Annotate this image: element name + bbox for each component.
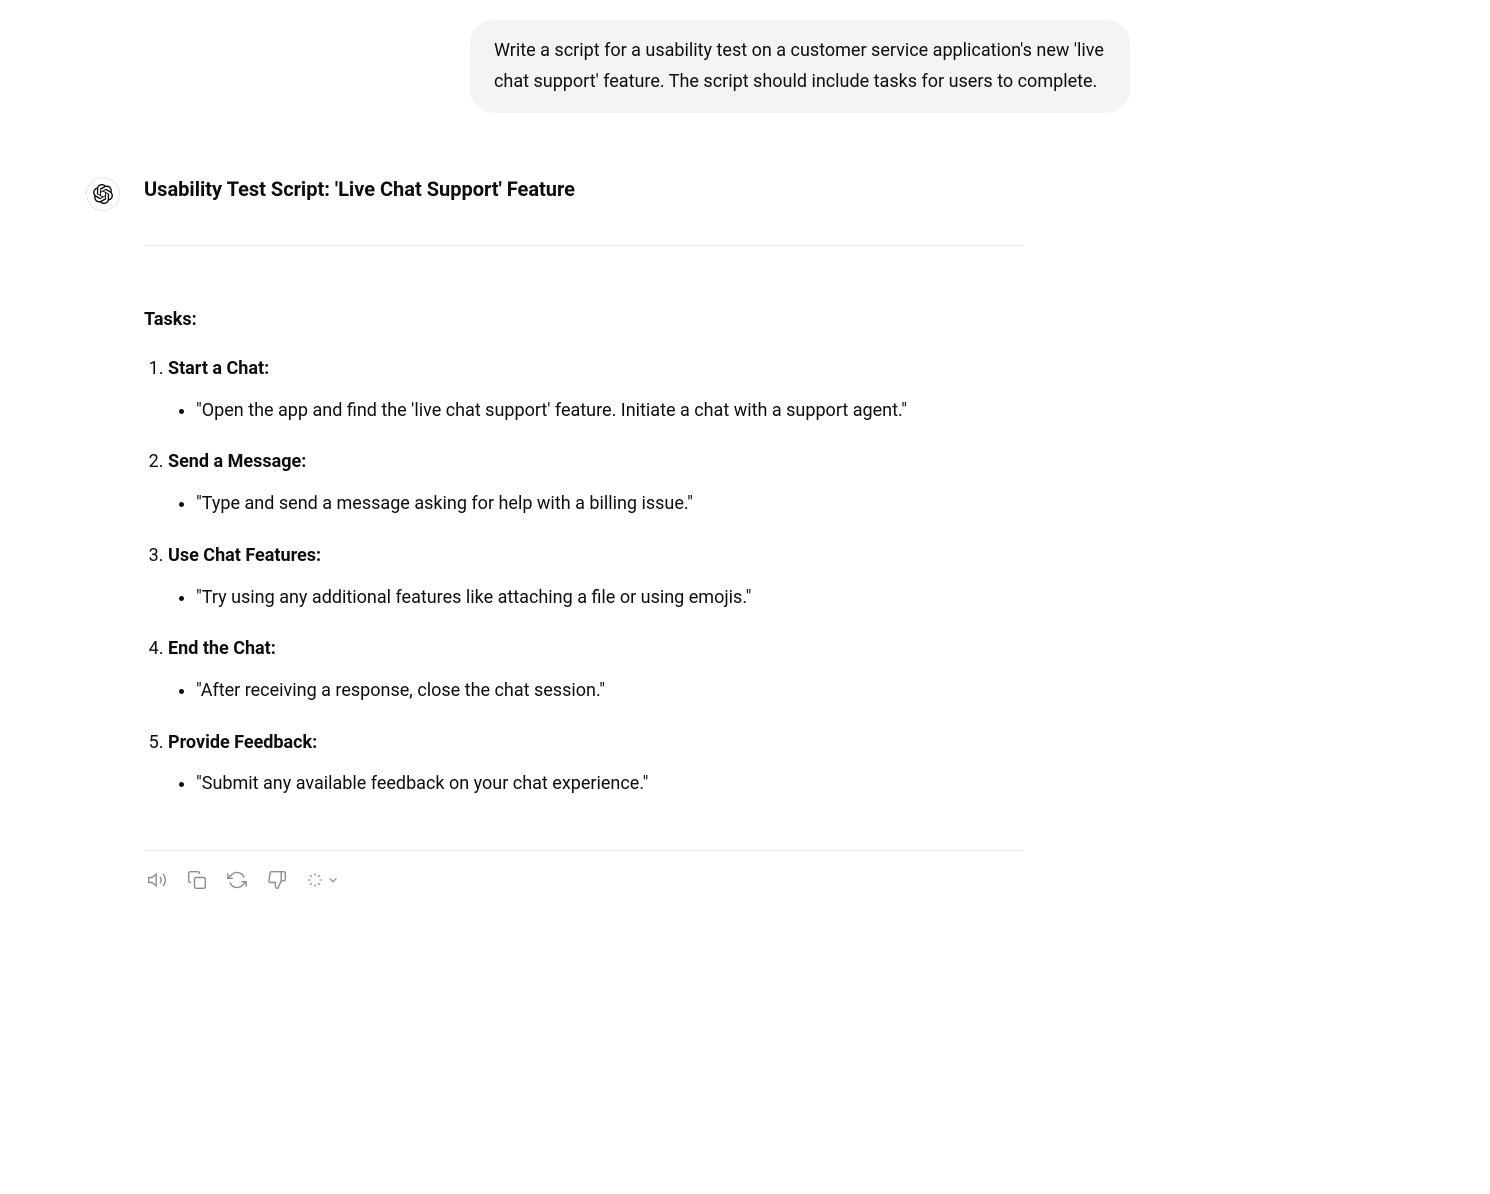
task-sublist: "Submit any available feedback on your c…	[168, 769, 1024, 800]
task-detail: "Submit any available feedback on your c…	[196, 769, 1024, 800]
task-detail: "Try using any additional features like …	[196, 583, 1024, 614]
chat-container: Write a script for a usability test on a…	[0, 0, 1490, 931]
action-bar	[144, 869, 1024, 891]
user-message-text: Write a script for a usability test on a…	[494, 40, 1104, 92]
task-item: Start a Chat: "Open the app and find the…	[168, 355, 1024, 426]
task-title: Start a Chat:	[168, 358, 269, 379]
task-title: End the Chat:	[168, 638, 276, 659]
assistant-message-row: Usability Test Script: 'Live Chat Suppor…	[80, 173, 1410, 891]
refresh-icon	[227, 870, 247, 890]
user-message-row: Write a script for a usability test on a…	[80, 20, 1410, 113]
task-title: Use Chat Features:	[168, 545, 321, 566]
task-sublist: "Try using any additional features like …	[168, 583, 1024, 614]
task-item: Use Chat Features: "Try using any additi…	[168, 542, 1024, 613]
copy-icon	[187, 870, 207, 890]
change-model-button[interactable]	[306, 871, 340, 889]
task-item: Provide Feedback: "Submit any available …	[168, 729, 1024, 800]
task-sublist: "After receiving a response, close the c…	[168, 676, 1024, 707]
tasks-heading: Tasks:	[144, 306, 1024, 335]
chevron-down-icon	[326, 873, 340, 887]
tasks-list: Start a Chat: "Open the app and find the…	[144, 355, 1024, 800]
read-aloud-button[interactable]	[146, 869, 168, 891]
user-message-bubble: Write a script for a usability test on a…	[470, 20, 1130, 113]
task-title: Send a Message:	[168, 451, 306, 472]
speaker-icon	[147, 870, 167, 890]
task-item: End the Chat: "After receiving a respons…	[168, 635, 1024, 706]
sparkle-icon	[306, 871, 324, 889]
task-item: Send a Message: "Type and send a message…	[168, 448, 1024, 519]
assistant-avatar	[86, 177, 120, 211]
assistant-content: Usability Test Script: 'Live Chat Suppor…	[144, 173, 1024, 891]
copy-button[interactable]	[186, 869, 208, 891]
thumbs-down-icon	[267, 870, 287, 890]
response-title: Usability Test Script: 'Live Chat Suppor…	[144, 173, 1024, 205]
bad-response-button[interactable]	[266, 869, 288, 891]
task-title: Provide Feedback:	[168, 732, 317, 753]
task-detail: "Open the app and find the 'live chat su…	[196, 396, 1024, 427]
regenerate-button[interactable]	[226, 869, 248, 891]
task-sublist: "Open the app and find the 'live chat su…	[168, 396, 1024, 427]
section-divider	[144, 245, 1024, 246]
openai-logo-icon	[93, 184, 113, 204]
task-detail: "After receiving a response, close the c…	[196, 676, 1024, 707]
bottom-divider	[144, 850, 1024, 851]
task-sublist: "Type and send a message asking for help…	[168, 489, 1024, 520]
task-detail: "Type and send a message asking for help…	[196, 489, 1024, 520]
